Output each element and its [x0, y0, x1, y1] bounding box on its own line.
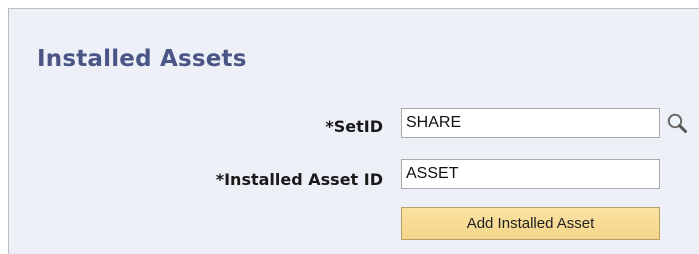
search-icon[interactable]	[666, 112, 688, 134]
page-panel: Installed Assets *SetID *Installed Asset…	[8, 8, 699, 254]
installed-asset-id-input[interactable]	[401, 159, 660, 189]
add-installed-asset-button[interactable]: Add Installed Asset	[401, 207, 660, 240]
installed-asset-id-label: *Installed Asset ID	[215, 170, 383, 189]
setid-input[interactable]	[401, 108, 660, 138]
setid-label: *SetID	[325, 117, 383, 136]
magnifying-glass-icon	[667, 113, 687, 133]
page-title: Installed Assets	[37, 46, 247, 72]
